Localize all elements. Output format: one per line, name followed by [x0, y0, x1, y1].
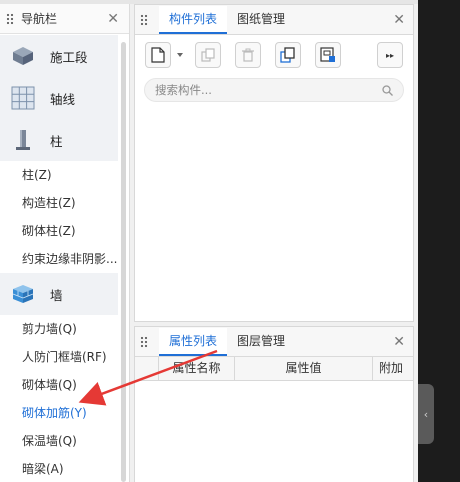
- delete-icon: [242, 48, 254, 62]
- nav-title: 导航栏: [21, 12, 58, 26]
- close-icon[interactable]: ✕: [107, 12, 119, 26]
- nav-item-column[interactable]: 柱(Z): [0, 161, 118, 189]
- app-root: 导航栏 ✕ 施工段 轴线 柱 柱(Z) 构造柱(Z) 砌体柱(Z) 约束边缘非阴…: [0, 0, 460, 482]
- component-search-field[interactable]: 搜索构件...: [144, 78, 404, 102]
- grip-icon[interactable]: [140, 14, 148, 26]
- category-label: 轴线: [50, 91, 76, 107]
- nav-item-masonry-wall[interactable]: 砌体墙(Q): [0, 371, 118, 399]
- column-header-extra[interactable]: 附加: [373, 357, 409, 381]
- new-component-button[interactable]: [145, 42, 171, 68]
- nav-item-construct-column[interactable]: 构造柱(Z): [0, 189, 118, 217]
- nav-header: 导航栏 ✕: [0, 4, 129, 34]
- nav-category-column[interactable]: 柱: [0, 119, 118, 161]
- nav-item-masonry-column[interactable]: 砌体柱(Z): [0, 217, 118, 245]
- column-icon: [16, 130, 30, 150]
- property-table-header: 属性名称 属性值 附加: [135, 357, 413, 381]
- copy-button[interactable]: [195, 42, 221, 68]
- close-icon[interactable]: ✕: [393, 335, 405, 349]
- more-icon: ▸▸: [385, 50, 395, 60]
- collapse-handle[interactable]: ‹: [418, 384, 434, 444]
- component-list-panel: 构件列表 图纸管理 ✕ ▸▸ 搜索构件...: [134, 4, 414, 322]
- nav-scrollbar[interactable]: [121, 42, 126, 482]
- row-index-header: [135, 357, 159, 381]
- nav-category-axis[interactable]: 轴线: [0, 77, 118, 119]
- nav-list: 施工段 轴线 柱 柱(Z) 构造柱(Z) 砌体柱(Z) 约束边缘非阴影... 墙…: [0, 35, 118, 482]
- delete-button[interactable]: [235, 42, 261, 68]
- layer-copy-button[interactable]: [275, 42, 301, 68]
- category-label: 施工段: [50, 49, 88, 65]
- nav-item-shear-wall[interactable]: 剪力墙(Q): [0, 315, 118, 343]
- grip-icon[interactable]: [6, 12, 14, 25]
- column-header-value[interactable]: 属性值: [235, 357, 373, 381]
- layer-copy-icon: [280, 47, 295, 63]
- grip-icon[interactable]: [140, 336, 148, 348]
- nav-item-masonry-reinforcement[interactable]: 砌体加筋(Y): [0, 399, 118, 427]
- stage-icon: [13, 47, 33, 65]
- nav-item-insulation-wall[interactable]: 保温墙(Q): [0, 427, 118, 455]
- tab-layer-management[interactable]: 图层管理: [227, 328, 295, 356]
- tab-drawing-management[interactable]: 图纸管理: [227, 6, 295, 34]
- more-button[interactable]: ▸▸: [377, 42, 403, 68]
- column-header-name[interactable]: 属性名称: [159, 357, 235, 381]
- nav-panel: 导航栏 ✕ 施工段 轴线 柱 柱(Z) 构造柱(Z) 砌体柱(Z) 约束边缘非阴…: [0, 4, 130, 482]
- search-placeholder: 搜索构件...: [155, 83, 212, 97]
- nav-item-civil-door-wall[interactable]: 人防门框墙(RF): [0, 343, 118, 371]
- component-panel-header: 构件列表 图纸管理 ✕: [135, 5, 413, 35]
- property-panel-header: 属性列表 图层管理 ✕: [135, 327, 413, 357]
- search-icon[interactable]: [382, 84, 393, 96]
- nav-item-edge-column[interactable]: 约束边缘非阴影...: [0, 245, 118, 273]
- category-label: 墙: [50, 287, 63, 303]
- collapse-handle-icon: ‹: [423, 407, 429, 421]
- wall-icon: [12, 285, 34, 303]
- property-list-panel: 属性列表 图层管理 ✕ 属性名称 属性值 附加: [134, 326, 414, 482]
- new-component-icon: [151, 47, 165, 63]
- category-label: 柱: [50, 133, 63, 149]
- close-icon[interactable]: ✕: [393, 13, 405, 27]
- export-button[interactable]: [315, 42, 341, 68]
- copy-icon: [201, 48, 215, 62]
- nav-category-stage[interactable]: 施工段: [0, 35, 118, 77]
- nav-category-wall[interactable]: 墙: [0, 273, 118, 315]
- nav-item-hidden-beam[interactable]: 暗梁(A): [0, 455, 118, 482]
- tab-component-list[interactable]: 构件列表: [159, 6, 228, 34]
- axis-grid-icon: [11, 86, 35, 110]
- export-icon: [320, 47, 335, 62]
- component-toolbar: ▸▸: [135, 38, 413, 72]
- chevron-down-icon[interactable]: [177, 53, 183, 57]
- tab-property-list[interactable]: 属性列表: [159, 328, 228, 356]
